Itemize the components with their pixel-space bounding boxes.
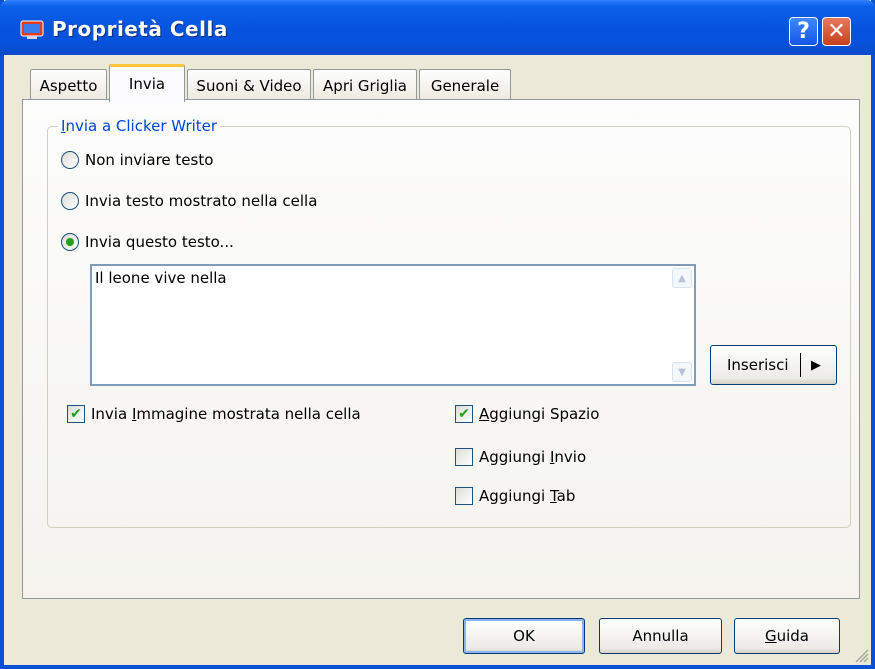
checkbox-label: Aggiungi Spazio: [479, 405, 600, 423]
checkbox-label: Invia Immagine mostrata nella cella: [91, 405, 361, 423]
app-icon: [20, 20, 44, 39]
close-button[interactable]: ✕: [822, 17, 851, 46]
checkbox-unchecked[interactable]: [455, 448, 473, 466]
cancel-button[interactable]: Annulla: [599, 618, 722, 654]
radio-button[interactable]: [61, 151, 79, 169]
title-bar[interactable]: Proprietà Cella ? ✕: [0, 0, 875, 55]
insert-label: Inserisci: [727, 356, 789, 374]
checkbox-label: Aggiungi Invio: [479, 448, 587, 466]
checkbox-label: Aggiungi Tab: [479, 487, 576, 505]
checkbox-add-space[interactable]: ✔ Aggiungi Spazio: [455, 405, 599, 423]
checkbox-add-tab[interactable]: Aggiungi Tab: [455, 487, 575, 505]
checkbox-unchecked[interactable]: [455, 487, 473, 505]
play-arrow-icon: ▶: [811, 357, 821, 373]
group-legend: Invia a Clicker Writer: [58, 117, 221, 135]
ok-button[interactable]: OK: [463, 618, 585, 654]
tab-apri-griglia[interactable]: Apri Griglia: [313, 69, 417, 100]
checkbox-add-enter[interactable]: Aggiungi Invio: [455, 448, 586, 466]
tab-generale[interactable]: Generale: [419, 69, 511, 100]
checkbox-send-image[interactable]: ✔ Invia Immagine mostrata nella cella: [67, 405, 361, 423]
radio-button[interactable]: [61, 192, 79, 210]
help-button[interactable]: ?: [789, 17, 818, 46]
radio-no-text[interactable]: Non inviare testo: [61, 151, 213, 169]
scroll-up-icon[interactable]: ▲: [672, 268, 692, 288]
radio-label: Non inviare testo: [85, 151, 214, 169]
radio-this-text[interactable]: Invia questo testo...: [61, 233, 234, 251]
window-title: Proprietà Cella: [52, 17, 228, 41]
radio-cell-text[interactable]: Invia testo mostrato nella cella: [61, 192, 317, 210]
radio-label: Invia questo testo...: [85, 233, 234, 251]
tab-suoni-video[interactable]: Suoni & Video: [187, 69, 311, 100]
radio-label: Invia testo mostrato nella cella: [85, 192, 318, 210]
send-text-value[interactable]: Il leone vive nella: [95, 269, 227, 287]
radio-button-selected[interactable]: [61, 233, 79, 251]
guide-button[interactable]: Guida: [734, 618, 840, 654]
resize-grip-icon[interactable]: [853, 647, 869, 663]
insert-button[interactable]: Inserisci ▶: [710, 345, 837, 385]
scroll-down-icon[interactable]: ▼: [672, 362, 692, 382]
tab-invia[interactable]: Invia: [109, 64, 185, 102]
checkbox-checked[interactable]: ✔: [67, 405, 85, 423]
send-text-field[interactable]: Il leone vive nella ▲ ▼: [90, 264, 696, 386]
vertical-scrollbar[interactable]: ▲ ▼: [672, 268, 692, 382]
radio-dot: [66, 238, 74, 246]
dialog-window: Proprietà Cella ? ✕ Aspetto Invia Suoni …: [0, 0, 875, 669]
tab-aspetto[interactable]: Aspetto: [30, 69, 107, 100]
checkbox-checked[interactable]: ✔: [455, 405, 473, 423]
